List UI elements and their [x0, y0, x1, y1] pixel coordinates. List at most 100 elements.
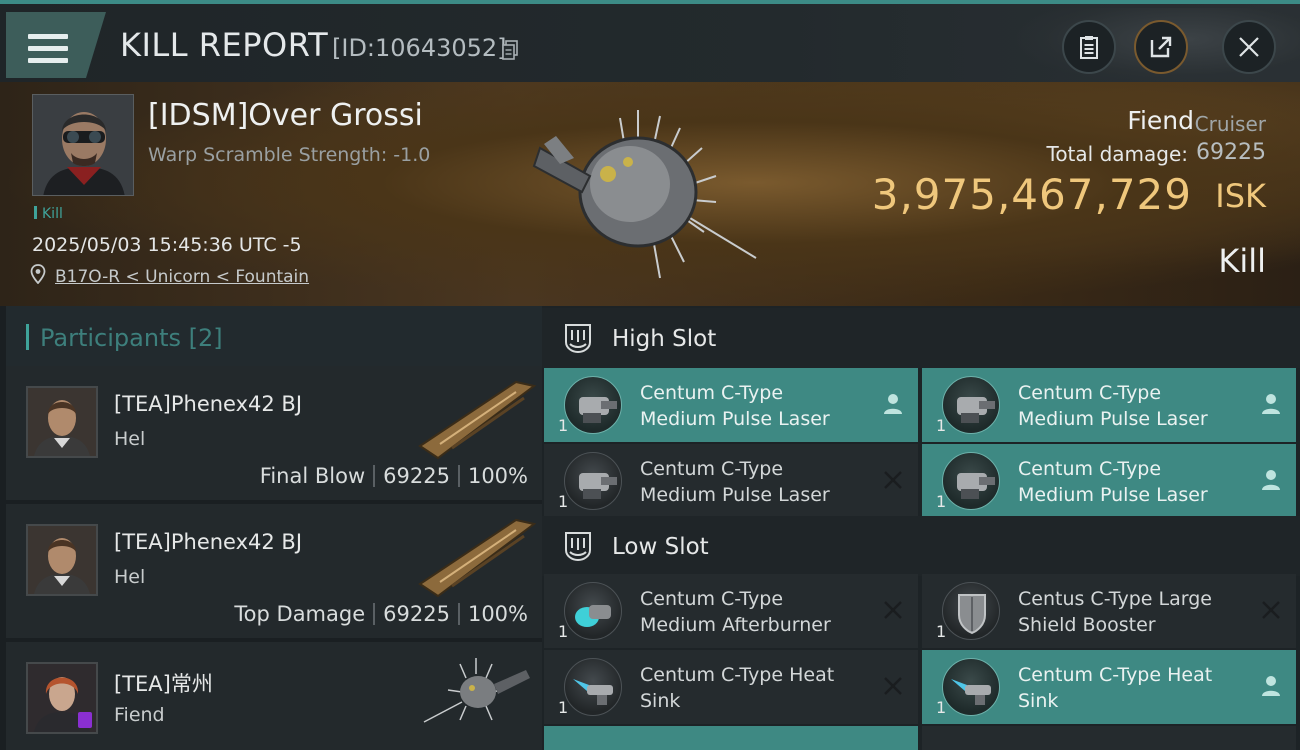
module-quantity: 1: [936, 416, 947, 435]
pulse-laser-icon: [564, 452, 622, 510]
low-slot-icon: [565, 532, 591, 562]
isk-value: 3,975,467,729: [871, 170, 1192, 219]
shield-booster-icon: [942, 582, 1000, 640]
module-name: Centum C-Type Medium Afterburner: [640, 588, 831, 636]
participant-name[interactable]: [TEA]Phenex42 BJ: [114, 392, 302, 416]
module-slot[interactable]: 1 Centum C-Type Medium Afterburner: [544, 574, 918, 648]
stat-divider: [373, 465, 376, 487]
participant-percent: 100%: [467, 602, 528, 626]
participant-portrait[interactable]: [26, 524, 98, 596]
kill-timestamp: 2025/05/03 15:45:36 UTC -5: [32, 234, 302, 256]
clipboard-button[interactable]: [1062, 20, 1116, 74]
participant-portrait[interactable]: [26, 386, 98, 458]
participant-card[interactable]: [TEA]常州 Fiend: [6, 642, 542, 750]
module-name: Centum C-Type Heat Sink: [640, 664, 835, 712]
module-quantity: 1: [558, 698, 569, 717]
module-slot[interactable]: 1 Centum C-Type Medium Pulse Laser: [922, 444, 1296, 518]
kill-summary-banner: [IDSM]Over Grossi Warp Scramble Strength…: [0, 82, 1300, 306]
header-bar: KILL REPORT [ID:10643052]: [0, 0, 1300, 86]
share-button[interactable]: [1134, 20, 1188, 74]
total-damage-value: 69225: [1196, 140, 1266, 165]
participant-portrait-image: [28, 526, 96, 594]
stat-divider: [457, 603, 460, 625]
isk-unit: ISK: [1215, 177, 1266, 215]
menu-button[interactable]: [6, 12, 106, 78]
module-name: Centum C-Type Heat Sink: [1018, 664, 1213, 712]
participant-ship-image[interactable]: [416, 650, 536, 736]
participant-name[interactable]: [TEA]常州: [114, 668, 213, 698]
dropped-person-icon: [1262, 470, 1280, 490]
module-name: Centum C-Type Medium Pulse Laser: [640, 382, 830, 430]
module-slot-partial[interactable]: [922, 726, 1296, 750]
high-slot-header: High Slot: [542, 308, 1300, 368]
dropped-person-icon: [884, 394, 902, 414]
participants-title: Participants [2]: [40, 324, 223, 352]
module-slot[interactable]: 1 Centum C-Type Medium Pulse Laser: [544, 444, 918, 518]
high-slot-title: High Slot: [612, 326, 717, 352]
heat-sink-icon: [942, 658, 1000, 716]
high-slot-icon: [565, 324, 591, 354]
module-slot[interactable]: 1 Centum C-Type Medium Pulse Laser: [922, 368, 1296, 442]
victim-ship-name: Fiend: [1127, 106, 1194, 135]
destroyed-x-icon: [884, 677, 902, 695]
close-button[interactable]: [1222, 20, 1276, 74]
destroyed-x-icon: [884, 471, 902, 489]
destroyed-x-icon: [1262, 601, 1280, 619]
module-name: Centum C-Type Medium Pulse Laser: [640, 458, 830, 506]
victim-portrait-image: [33, 95, 133, 195]
participant-portrait-image: [28, 664, 96, 732]
dropped-person-icon: [1262, 394, 1280, 414]
module-slot[interactable]: 1 Centum C-Type Heat Sink: [922, 650, 1296, 724]
section-accent-bar: [26, 324, 29, 350]
participant-percent: 100%: [467, 464, 528, 488]
module-slot-partial[interactable]: [544, 726, 918, 750]
location-pin-icon: [30, 264, 46, 284]
copy-icon[interactable]: [502, 40, 518, 60]
warp-scramble-strength: Warp Scramble Strength: -1.0: [148, 144, 431, 166]
kill-type-tag: Kill: [34, 206, 63, 222]
participant-role: Top Damage: [234, 602, 366, 626]
module-slot[interactable]: 1 Centum C-Type Medium Pulse Laser: [544, 368, 918, 442]
participant-ship-image[interactable]: [416, 374, 536, 460]
close-icon: [1239, 37, 1259, 57]
participant-ship: Hel: [114, 566, 146, 588]
module-slot[interactable]: 1 Centum C-Type Heat Sink: [544, 650, 918, 724]
report-id: [ID:10643052]: [332, 34, 507, 62]
victim-name[interactable]: [IDSM]Over Grossi: [148, 98, 423, 133]
stat-divider: [373, 603, 376, 625]
participant-damage: 69225: [383, 464, 450, 488]
participant-ship: Hel: [114, 428, 146, 450]
page-title: KILL REPORT: [120, 26, 329, 64]
destroyed-x-icon: [884, 601, 902, 619]
heat-sink-icon: [564, 658, 622, 716]
participant-portrait[interactable]: [26, 662, 98, 734]
participant-ship-image[interactable]: [416, 512, 536, 598]
low-slot-header: Low Slot: [542, 516, 1300, 576]
module-quantity: 1: [936, 492, 947, 511]
module-quantity: 1: [558, 622, 569, 641]
fittings-panel: High Slot 1 Centum C-Type Medium Pulse La…: [542, 306, 1300, 750]
participants-panel: Participants [2] [TEA]Phenex42 BJ Hel Fi…: [0, 306, 542, 750]
location-link[interactable]: B17O-R < Unicorn < Fountain: [55, 267, 309, 287]
module-quantity: 1: [558, 492, 569, 511]
module-name: Centum C-Type Medium Pulse Laser: [1018, 382, 1208, 430]
module-slot[interactable]: 1 Centus C-Type Large Shield Booster: [922, 574, 1296, 648]
pulse-laser-icon: [564, 376, 622, 434]
share-icon: [1150, 36, 1172, 58]
participant-ship: Fiend: [114, 704, 165, 726]
participant-name[interactable]: [TEA]Phenex42 BJ: [114, 530, 302, 554]
pulse-laser-icon: [942, 376, 1000, 434]
victim-ship-class: Cruiser: [1194, 112, 1266, 136]
afterburner-icon: [564, 582, 622, 640]
hamburger-menu-icon: [28, 34, 68, 66]
stat-divider: [457, 465, 460, 487]
participant-damage: 69225: [383, 602, 450, 626]
victim-portrait[interactable]: [32, 94, 134, 196]
module-quantity: 1: [558, 416, 569, 435]
module-name: Centus C-Type Large Shield Booster: [1018, 588, 1212, 636]
victim-ship-image[interactable]: [520, 88, 780, 300]
participant-portrait-image: [28, 388, 96, 456]
participant-role: Final Blow: [259, 464, 366, 488]
participant-card[interactable]: [TEA]Phenex42 BJ Hel Final Blow 69225 100%: [6, 366, 542, 500]
participant-card[interactable]: [TEA]Phenex42 BJ Hel Top Damage 69225 100%: [6, 504, 542, 638]
